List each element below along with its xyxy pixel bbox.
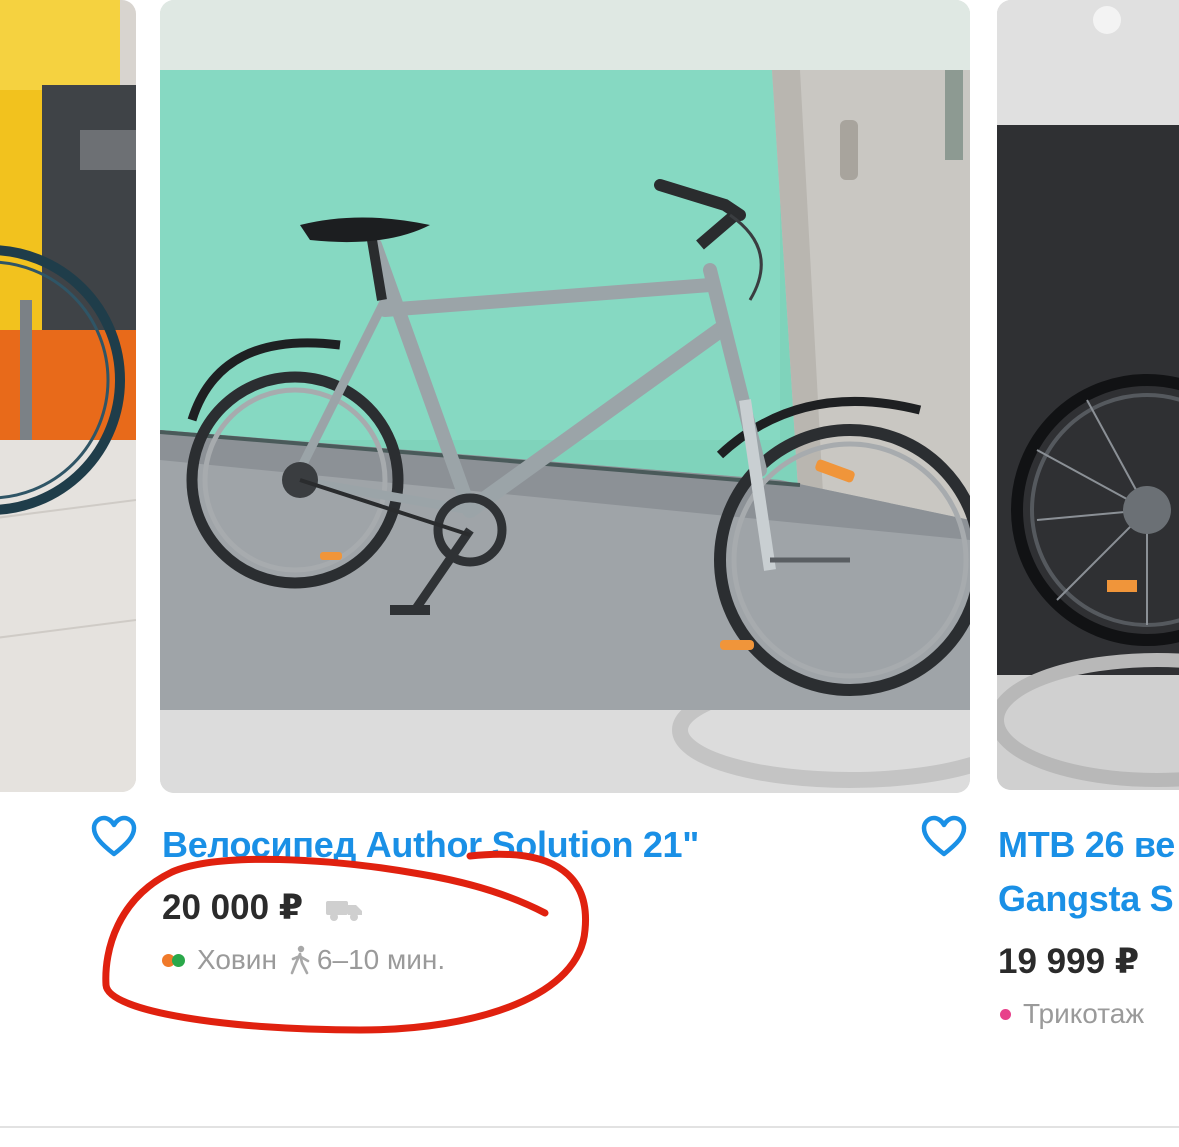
- favorite-heart-icon[interactable]: [90, 814, 138, 858]
- metro-line-icon: [162, 953, 185, 967]
- listing-location: Ховин 6–10 мин.: [162, 944, 445, 976]
- truck-icon: [325, 900, 362, 921]
- walk-time: 6–10 мин.: [316, 944, 446, 975]
- listing-image-right[interactable]: [997, 0, 1179, 790]
- listing-price-right: 19 999 ₽: [998, 942, 1140, 981]
- metro-line-icon-right: [1000, 1008, 1011, 1020]
- listing-title[interactable]: Велосипед Author Solution 21": [162, 818, 699, 872]
- listing-image-left[interactable]: [0, 0, 136, 792]
- listing-title-right-line1[interactable]: MTB 26 ве: [998, 818, 1175, 872]
- walking-person-icon: [290, 945, 310, 975]
- listing-price: 20 000 ₽: [162, 888, 365, 928]
- listing-location-right: Трикотаж: [1000, 998, 1144, 1030]
- metro-station-right: Трикотаж: [1023, 998, 1145, 1029]
- listings-grid: Велосипед Author Solution 21" 20 000 ₽ Х…: [0, 0, 1179, 1147]
- metro-station: Ховин: [197, 944, 277, 975]
- listing-image-main[interactable]: [160, 0, 970, 793]
- listing-title-right-line2[interactable]: Gangsta S: [998, 872, 1174, 926]
- favorite-heart-icon-right[interactable]: [920, 814, 968, 858]
- divider: [0, 1126, 1179, 1128]
- price-value: 20 000 ₽: [162, 888, 304, 927]
